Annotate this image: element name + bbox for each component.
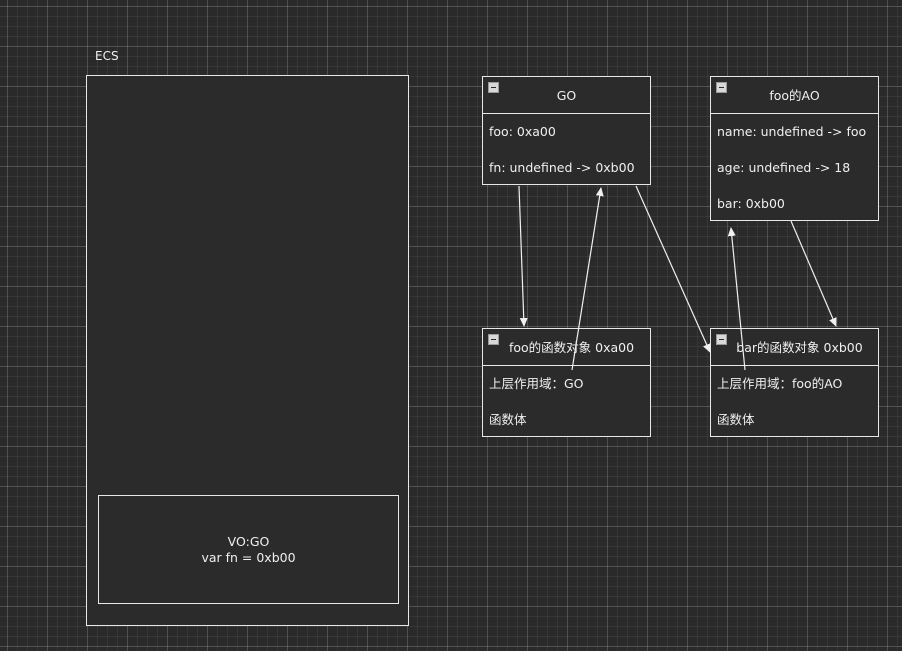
vo-go-label: VO:GO [227, 533, 270, 549]
foo-function-title: foo的函数对象 0xa00 [508, 340, 635, 355]
collapse-icon[interactable] [488, 334, 499, 345]
foo-ao-row-age: age: undefined -> 18 [717, 160, 851, 175]
vo-fn-value: var fn = 0xb00 [201, 549, 296, 565]
bar-function-row-scope: 上层作用域：foo的AO [717, 376, 843, 391]
go-header: GO [483, 77, 650, 114]
foo-ao-row-bar: bar: 0xb00 [717, 196, 785, 211]
collapse-icon[interactable] [488, 82, 499, 93]
go-row-fn: fn: undefined -> 0xb00 [489, 160, 635, 175]
arrow-foo-ao-bar-to-bar-function[interactable] [790, 220, 837, 327]
go-object[interactable]: GO foo: 0xa00 fn: undefined -> 0xb00 [482, 76, 651, 185]
arrow-go-foo-to-foo-function[interactable] [518, 185, 528, 327]
bar-function-object[interactable]: bar的函数对象 0xb00 上层作用域：foo的AO 函数体 [710, 328, 879, 437]
go-title: GO [556, 88, 577, 103]
go-row-foo: foo: 0xa00 [489, 124, 556, 139]
foo-ao-title: foo的AO [769, 88, 820, 103]
bar-function-row-body: 函数体 [717, 412, 755, 427]
foo-function-row-scope: 上层作用域：GO [489, 376, 584, 391]
foo-ao-object[interactable]: foo的AO name: undefined -> foo age: undef… [710, 76, 879, 221]
foo-ao-header: foo的AO [711, 77, 878, 114]
collapse-icon[interactable] [716, 334, 727, 345]
vo-go-frame[interactable]: VO:GO var fn = 0xb00 [98, 495, 399, 604]
foo-ao-row-name: name: undefined -> foo [717, 124, 867, 139]
foo-function-header: foo的函数对象 0xa00 [483, 329, 650, 366]
collapse-icon[interactable] [716, 82, 727, 93]
foo-function-row-body: 函数体 [489, 412, 527, 427]
ecs-label: ECS [95, 49, 119, 63]
bar-function-title: bar的函数对象 0xb00 [736, 340, 863, 355]
bar-function-header: bar的函数对象 0xb00 [711, 329, 878, 366]
foo-function-object[interactable]: foo的函数对象 0xa00 上层作用域：GO 函数体 [482, 328, 651, 437]
